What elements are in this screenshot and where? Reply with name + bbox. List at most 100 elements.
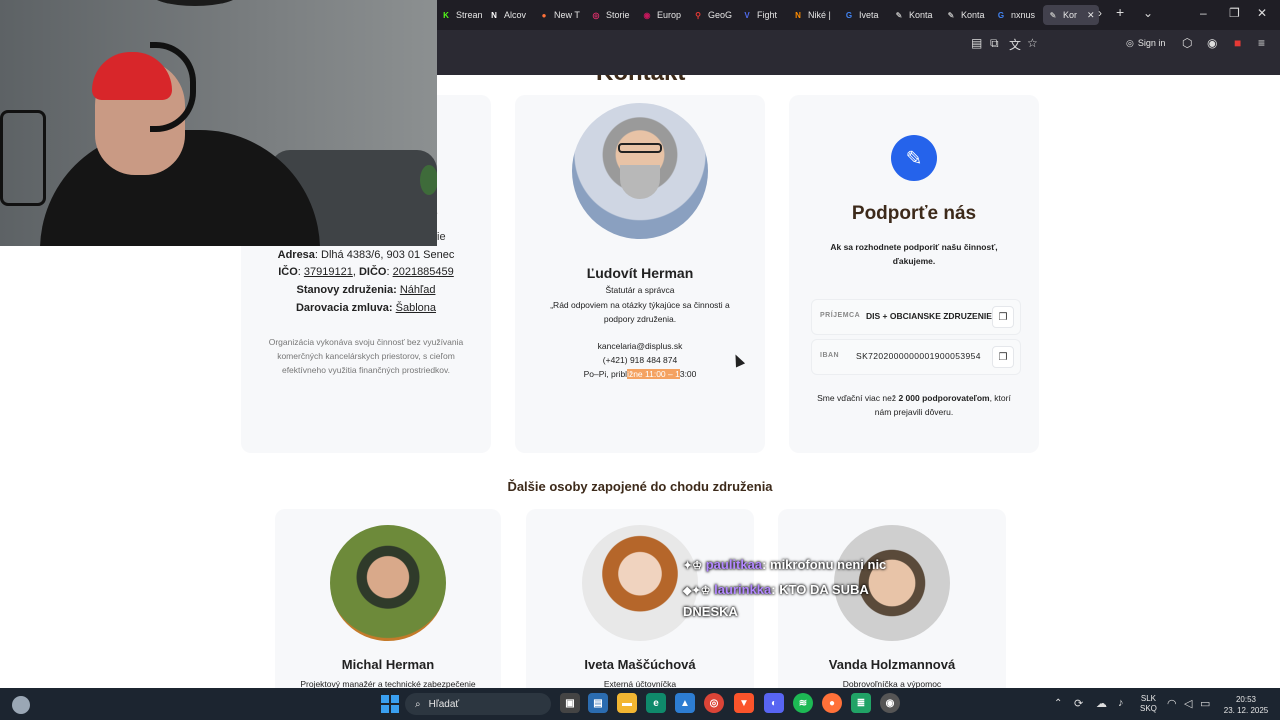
store-icon[interactable]: ▤ [588,693,608,713]
support-title: Podporťe nás [851,203,977,224]
person-quote: „Rád odpoviem na otázky týkajúce sa činn… [550,300,730,324]
browser-tab[interactable]: ✎ Konta [945,5,985,25]
cloud-off-icon[interactable]: ☁ [1096,697,1107,710]
ublock-icon[interactable]: ■ [1234,36,1241,50]
person-email[interactable]: kancelaria@displus.sk [515,341,765,351]
badge-icon: ✦♔ [683,560,703,572]
sign-in-button[interactable]: ◎ Sign in [1126,35,1165,51]
weather-widget-icon[interactable] [12,696,30,714]
kick-icon: K [443,10,449,20]
file-explorer-icon[interactable]: ▬ [617,693,637,713]
show-hidden-icons-chevron[interactable]: ⌃ [1054,698,1062,709]
browser-tab[interactable]: ● New T [538,5,580,25]
browser-tab[interactable]: Gnxnus [995,5,1035,25]
battery-icon[interactable]: ▭ [1200,697,1210,710]
discord-icon[interactable]: ◐ [764,693,784,713]
taskbar-search-box[interactable]: ⌕ Hľadať [405,693,551,715]
close-window-button[interactable]: ✕ [1257,6,1267,20]
extensions-icon[interactable]: ⬡ [1182,36,1192,50]
copy-recipient-icon[interactable]: ❐ [992,306,1014,328]
spotify-icon[interactable]: ≋ [793,693,813,713]
browser-tab[interactable]: ✎ Kor ✕ [1043,5,1099,25]
notepad-icon[interactable]: ≣ [851,693,871,713]
copy-iban-icon[interactable]: ❐ [992,346,1014,368]
sync-icon[interactable]: ⟳ [1074,697,1083,710]
edge-icon[interactable]: e [646,693,666,713]
person-name: Vanda Holzmannová [828,657,956,672]
firefox-icon[interactable]: ● [822,693,842,713]
browser-tab[interactable]: N Alcov [488,5,526,25]
contact-person-card: Ľudovít Herman Štatutár a správca „Rád o… [515,95,765,453]
browser-tab[interactable]: ◎ Storie [590,5,630,25]
chat-message: DNESKA [683,604,738,619]
browser-tab-label: Strean [456,10,483,20]
microphone-icon[interactable]: ♪ [1118,697,1124,709]
recipient-label: PRÍJEMCA [820,312,861,319]
feather-icon: ✎ [947,10,955,20]
tab-list-chevron-icon[interactable]: ⌄ [1143,6,1153,20]
shield-extension-icon[interactable]: ◉ [1207,36,1217,50]
ico-dic-line: IČO: 37919121, DIČO: 2021885459 [278,266,454,278]
browser-tab[interactable]: N Niké | [792,5,831,25]
chat-username: paulitkaa [705,557,763,572]
language-indicator[interactable]: SLK SKQ [1140,694,1157,714]
windows-taskbar [0,688,1280,720]
browser-tab-label: Storie [606,10,630,20]
notion-icon: N [491,10,497,20]
task-view-icon[interactable]: ▣ [560,693,580,713]
menu-hamburger-icon[interactable]: ≡ [1258,36,1265,50]
person-card-iveta: Iveta Maščúchová Externá účtovníčka [526,509,754,688]
browser-tab[interactable]: ✎ Konta [893,5,933,25]
browser-tab-label: Niké | [808,10,831,20]
screenshot-icon[interactable]: ⧉ [990,36,999,51]
browser-tab[interactable]: V Fight [741,5,777,25]
browser-tab-label: New T [554,10,580,20]
browser-tab[interactable]: K Strean [440,5,483,25]
search-icon: ⌕ [415,698,421,710]
page-heading: Kontakt [596,75,685,87]
new-tab-button[interactable]: + [1116,4,1124,20]
reader-view-icon[interactable]: ▤ [971,36,982,50]
photos-icon[interactable]: ▲ [675,693,695,713]
translate-icon[interactable]: 文 [1009,36,1021,53]
browser-tab-label: nxnus [1011,10,1036,20]
stanovy-link[interactable]: Náhľad [400,284,436,296]
tab-scroll-right-icon[interactable]: › [1098,6,1102,20]
michal-herman-photo [330,525,446,641]
person-role: Projektový manažér a technické zabezpeče… [300,679,476,688]
darovacia-link[interactable]: Šablona [396,302,436,314]
text-selection-highlight: ižne 11:00 – 1 [627,369,680,379]
person-card-michal: Michal Herman Projektový manažér a techn… [275,509,501,688]
person-phone[interactable]: (+421) 918 484 874 [515,355,765,365]
badge-icon: ◆✦♔ [683,585,711,597]
browser-tab-label: Europ [657,10,682,20]
minimize-button[interactable]: – [1200,6,1207,20]
browser-tab-label: Konta [909,10,933,20]
browser-tab[interactable]: G Iveta [843,5,879,25]
google-icon: G [997,10,1005,20]
recipient-row: PRÍJEMCA DIS + OBCIANSKE ZDRUZENIE ❐ [811,299,1021,335]
close-tab-icon[interactable]: ✕ [1087,10,1095,21]
google-icon: G [845,10,853,20]
bookmark-star-icon[interactable]: ☆ [1027,36,1038,50]
browser-tab[interactable]: ◉ Europ [641,5,682,25]
person-name: Michal Herman [341,657,435,672]
dic-link[interactable]: 2021885459 [393,266,454,278]
volume-icon[interactable]: ◁ [1184,697,1192,710]
obs-icon[interactable]: ◉ [880,693,900,713]
wifi-icon[interactable]: ◠ [1167,697,1177,710]
brave-icon[interactable]: ▼ [734,693,754,713]
browser-tab-label: Iveta [859,10,879,20]
windows-start-icon[interactable] [381,695,399,713]
person-role: Štatutár a správca [605,285,675,295]
ico-link[interactable]: 37919121 [304,266,353,278]
chrome-icon[interactable]: ◎ [704,693,724,713]
others-heading: Ďalšie osoby zapojené do chodu združenia [507,479,773,494]
person-role: Externá účtovníčka [603,679,677,688]
chair-shape [0,110,46,206]
browser-tab[interactable]: ⚲ GeoG [692,5,732,25]
clock[interactable]: 20:53 23. 12. 2025 [1218,694,1274,716]
clock-date: 23. 12. 2025 [1223,706,1269,715]
support-subtitle: Ak sa rozhodnete podporiť našu činnosť, … [830,242,998,266]
maximize-button[interactable]: ❐ [1229,6,1240,20]
